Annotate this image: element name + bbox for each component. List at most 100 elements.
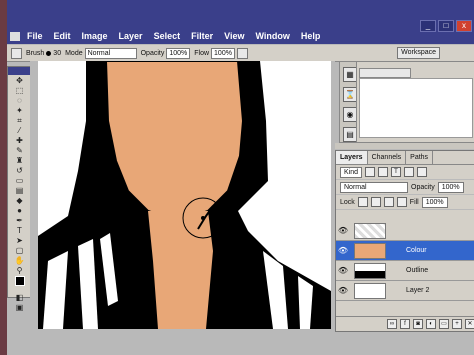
blur-tool-icon[interactable]: ◆ <box>13 196 27 205</box>
screen-mode-icon[interactable]: ▣ <box>13 303 27 312</box>
folder-icon[interactable]: ▭ <box>439 319 449 329</box>
lock-pixels-icon[interactable] <box>370 197 381 207</box>
flow-field[interactable]: 100% <box>211 47 235 59</box>
opacity-field[interactable]: 100% <box>166 47 191 59</box>
link-icon[interactable]: ∞ <box>387 319 397 329</box>
move-tool-icon[interactable]: ✥ <box>13 76 27 85</box>
eye-icon[interactable]: 👁 <box>336 286 350 295</box>
blend-row: Normal Opacity 100% <box>336 180 474 195</box>
menu-file[interactable]: File <box>27 31 43 41</box>
flow-label: Flow <box>194 49 210 57</box>
maximize-button[interactable]: □ <box>438 20 454 32</box>
gradient-icon[interactable]: ▤ <box>13 186 27 195</box>
magic-wand-icon[interactable]: ✦ <box>13 106 27 115</box>
eye-icon[interactable]: 👁 <box>336 226 350 235</box>
dodge-tool-icon[interactable]: ● <box>13 206 27 215</box>
lasso-tool-icon[interactable]: ◌ <box>13 96 27 105</box>
workspace-button[interactable]: Workspace <box>397 47 440 59</box>
layer-row[interactable]: 👁 <box>336 221 474 241</box>
shape-filter-icon[interactable] <box>404 167 415 177</box>
smart-filter-icon[interactable] <box>417 167 428 177</box>
layer-opacity-label: Opacity <box>411 183 435 191</box>
menu-image[interactable]: Image <box>82 31 108 41</box>
opacity-group: Opacity 100% <box>141 47 191 59</box>
layer-name: Colour <box>406 247 427 254</box>
type-tool-icon[interactable]: T <box>13 226 27 235</box>
shape-tool-icon[interactable]: ▢ <box>13 246 27 255</box>
healing-brush-icon[interactable]: ✚ <box>13 136 27 145</box>
tab-paths[interactable]: Paths <box>406 151 434 164</box>
lock-all-icon[interactable] <box>396 197 407 207</box>
layer-name: Outline <box>406 267 429 274</box>
app-icon <box>10 32 20 41</box>
menu-layer[interactable]: Layer <box>119 31 143 41</box>
color-swatches[interactable] <box>13 276 27 292</box>
fill-field[interactable]: 100% <box>421 196 448 208</box>
tool-preset <box>11 47 22 59</box>
eyedropper-icon[interactable]: ⁄ <box>13 126 27 135</box>
artwork <box>38 61 331 329</box>
window-controls: _ □ x <box>420 20 472 32</box>
menu-edit[interactable]: Edit <box>54 31 71 41</box>
marquee-tool-icon[interactable]: ⬚ <box>13 86 27 95</box>
options-bar: Brush 30 Mode Normal Opacity 100% Flow 1… <box>7 45 474 62</box>
airbrush-icon[interactable] <box>236 47 248 59</box>
brush-tool-icon[interactable]: ✎ <box>13 146 27 155</box>
document-canvas[interactable] <box>38 61 331 329</box>
fill-label: Fill <box>409 198 419 206</box>
mode-group: Mode Normal <box>65 47 137 59</box>
layer-row-selected[interactable]: 👁 Colour <box>336 241 474 261</box>
menu-filter[interactable]: Filter <box>191 31 213 41</box>
panel-divider <box>335 143 474 149</box>
layer-thumbnail <box>354 282 386 299</box>
adjustment-icon[interactable]: ◐ <box>426 319 436 329</box>
navigator-preview <box>359 78 473 138</box>
new-layer-icon[interactable]: + <box>452 319 462 329</box>
brush-size: 30 <box>53 49 62 57</box>
lock-position-icon[interactable] <box>383 197 394 207</box>
type-filter-icon[interactable]: T <box>391 167 402 177</box>
panel-tab[interactable] <box>359 68 411 78</box>
minimize-button[interactable]: _ <box>420 20 436 32</box>
mask-icon[interactable]: ◙ <box>413 319 423 329</box>
history-brush-icon[interactable]: ↺ <box>13 166 27 175</box>
layer-opacity-field[interactable]: 100% <box>437 181 464 193</box>
blend-mode-select[interactable]: Normal <box>340 181 408 193</box>
menu-select[interactable]: Select <box>154 31 181 41</box>
pen-tool-icon[interactable]: ✒ <box>13 216 27 225</box>
toolbox: ✥ ⬚ ◌ ✦ ⌗ ⁄ ✚ ✎ ♜ ↺ ▭ ▤ ◆ ● ✒ T ➤ ▢ ✋ ⚲ … <box>7 66 32 312</box>
fx-icon[interactable]: f <box>400 319 410 329</box>
layer-thumbnail <box>354 262 386 279</box>
path-select-icon[interactable]: ➤ <box>13 236 27 245</box>
layer-row[interactable]: 👁 Outline <box>336 261 474 281</box>
close-button[interactable]: x <box>456 20 472 32</box>
brush-picker[interactable]: Brush 30 <box>26 50 61 57</box>
crop-tool-icon[interactable]: ⌗ <box>13 116 27 125</box>
layers-panel: Layers Channels Paths Kind T Normal Opac… <box>335 150 474 332</box>
brush-icon[interactable] <box>11 47 22 59</box>
zoom-tool-icon[interactable]: ⚲ <box>13 266 27 275</box>
brush-cursor-center <box>201 216 205 220</box>
trash-icon[interactable]: ✕ <box>465 319 474 329</box>
navigator-panel <box>356 61 474 143</box>
tab-channels[interactable]: Channels <box>368 151 407 164</box>
hand-tool-icon[interactable]: ✋ <box>13 256 27 265</box>
quick-mask-icon[interactable]: ◧ <box>13 293 27 302</box>
eraser-icon[interactable]: ▭ <box>13 176 27 185</box>
clone-stamp-icon[interactable]: ♜ <box>13 156 27 165</box>
kind-filter[interactable]: Kind <box>340 166 363 178</box>
pixel-filter-icon[interactable] <box>365 167 376 177</box>
adjust-filter-icon[interactable] <box>378 167 389 177</box>
tab-layers[interactable]: Layers <box>336 151 368 164</box>
eye-icon[interactable]: 👁 <box>336 246 350 255</box>
layer-row[interactable]: 👁 Layer 2 <box>336 281 474 301</box>
layers-footer: ∞ f ◙ ◐ ▭ + ✕ <box>336 316 474 331</box>
eye-icon[interactable]: 👁 <box>336 266 350 275</box>
menu-window[interactable]: Window <box>255 31 289 41</box>
menu-bar: File Edit Image Layer Select Filter View… <box>27 31 320 41</box>
toolbox-header <box>8 67 31 75</box>
mode-select[interactable]: Normal <box>84 47 137 59</box>
menu-help[interactable]: Help <box>301 31 321 41</box>
menu-view[interactable]: View <box>224 31 244 41</box>
lock-transparent-icon[interactable] <box>357 197 368 207</box>
